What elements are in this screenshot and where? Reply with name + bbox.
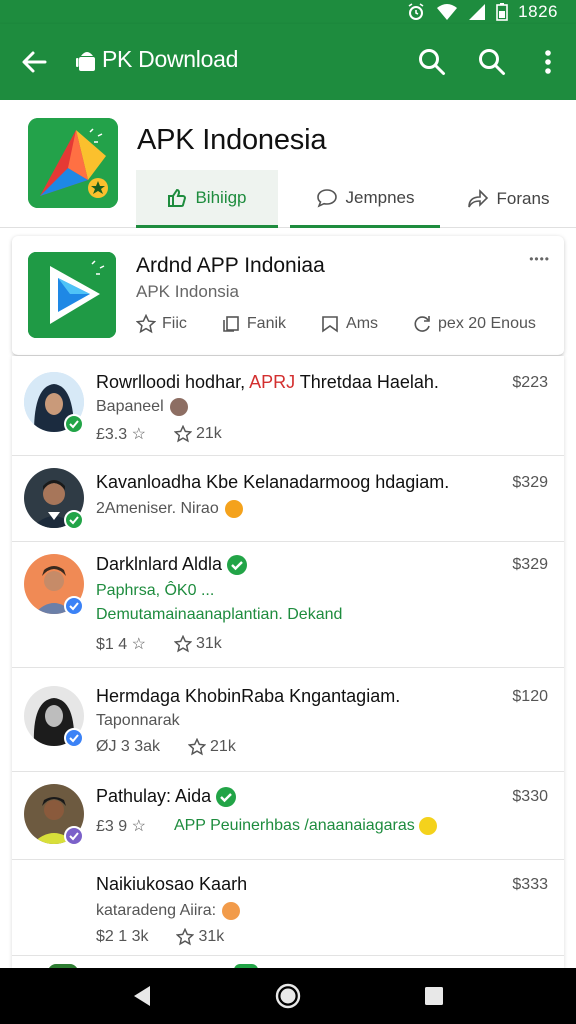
refresh-icon: [414, 316, 430, 332]
action-pex[interactable]: pex 20 Enous: [412, 314, 536, 334]
nav-recents-icon[interactable]: [420, 982, 448, 1010]
emoji-icon: [169, 398, 188, 416]
emoji-icon: [418, 817, 437, 835]
list-item-title: Naikiukosao Kaarh: [96, 874, 248, 894]
tab-label: Bihiigp: [195, 187, 247, 207]
star-outline-icon: [188, 738, 207, 756]
list-item-price: $330: [512, 788, 548, 805]
star-outline-icon: [173, 425, 192, 443]
list-item-meta: £3.3 ☆ 21k: [96, 425, 222, 443]
tab-bar: Bihiigp Jempnes Forans: [136, 170, 576, 228]
featured-actions: Fiic Fanik Ams pex 20 Enous: [136, 314, 536, 334]
list-item-price: $329: [512, 474, 548, 491]
featured-app-title: Ardnd APP Indoniaa: [136, 254, 325, 277]
featured-more-dots[interactable]: ••••: [529, 252, 550, 266]
list-item-partial: [12, 956, 564, 968]
app-list: Rowrlloodi hodhar, APRJ Thretdaa Haelah.…: [12, 356, 564, 968]
star-outline-icon: [136, 314, 156, 334]
more-vert-icon[interactable]: [532, 46, 564, 78]
list-item-price: $329: [512, 556, 548, 573]
list-item-meta: ØJ 3 3ak 21k: [96, 738, 236, 756]
search-icon-secondary[interactable]: [476, 46, 508, 78]
app-bar: PK Download: [0, 24, 576, 100]
nav-home-icon[interactable]: [274, 982, 302, 1010]
list-item[interactable]: Pathulay: Aida £3 9 ☆ APP Peuinerhbas /an…: [12, 772, 564, 860]
list-item-subtitle: Taponnarak: [96, 712, 180, 729]
list-item-subtitle: kataradeng Aiira:: [96, 902, 241, 920]
list-item-meta: $1 4 ☆ 31k: [96, 635, 222, 653]
list-item-description: Demutamainaanaplantian. Dekand: [96, 606, 343, 623]
tab-forans[interactable]: Forans: [440, 170, 576, 228]
status-bar: 1826: [0, 0, 576, 24]
action-label: Fiic: [162, 315, 187, 332]
list-item-title: Kavanloadha Kbe Kelanadarmoog hdagiam.: [96, 472, 450, 492]
system-nav-bar: [0, 968, 576, 1024]
featured-app-subtitle: APK Indonsia: [136, 282, 240, 301]
battery-icon: [496, 3, 508, 21]
emoji-icon: [222, 902, 241, 920]
emoji-icon: [224, 500, 243, 518]
action-label: pex 20 Enous: [438, 315, 536, 332]
list-item-subtitle: Bapaneel: [96, 398, 188, 416]
chat-bubble-icon: [316, 188, 337, 208]
list-item-meta: £3 9 ☆ APP Peuinerhbas /anaanaiagaras: [96, 816, 437, 836]
list-item-price: $223: [512, 374, 548, 391]
list-item-title: Pathulay: Aida: [96, 786, 237, 808]
list-item-subtitle: Paphrsa, ÔK0 ...: [96, 582, 215, 599]
android-icon: [76, 51, 95, 71]
verified-check-icon: [216, 787, 237, 808]
verified-badge-icon: [64, 510, 84, 530]
app-bar-title: PK Download: [102, 46, 239, 72]
tab-bihiigp[interactable]: Bihiigp: [136, 170, 278, 228]
wifi-icon: [437, 4, 458, 20]
star-outline-icon: [173, 635, 192, 653]
action-ams[interactable]: Ams: [320, 314, 378, 334]
action-label: Fanik: [246, 315, 287, 332]
app-logo-icon: [28, 118, 118, 208]
tab-label: Jempnes: [345, 187, 415, 207]
verified-badge-icon: [64, 596, 84, 616]
list-item-meta: $2 1 3k 31k: [96, 928, 225, 946]
app-bar-title-group: PK Download: [76, 46, 238, 73]
list-item[interactable]: Hermdaga KhobinRaba Kngantagiam. Taponna…: [12, 668, 564, 772]
action-fiic[interactable]: Fiic: [136, 314, 187, 334]
verified-badge-icon: [64, 414, 84, 434]
list-item[interactable]: Darklnlard Aldla Paphrsa, ÔK0 ... Demuta…: [12, 542, 564, 668]
list-item[interactable]: Rowrlloodi hodhar, APRJ Thretdaa Haelah.…: [12, 356, 564, 456]
copy-icon: [223, 316, 239, 332]
bookmark-icon: [322, 316, 338, 333]
action-fanik[interactable]: Fanik: [221, 314, 286, 334]
list-item-price: $120: [512, 688, 548, 705]
alarm-icon: [408, 3, 424, 20]
nav-back-icon[interactable]: [128, 982, 156, 1010]
tab-jempnes[interactable]: Jempnes: [290, 170, 440, 228]
verified-check-icon: [227, 555, 248, 576]
star-outline-icon: [176, 928, 195, 946]
status-time: 1826: [518, 2, 558, 21]
list-item[interactable]: Kavanloadha Kbe Kelanadarmoog hdagiam. 2…: [12, 456, 564, 542]
app-header: APK Indonesia Bihiigp Jempnes Forans: [0, 100, 576, 228]
back-arrow-icon[interactable]: [18, 46, 50, 78]
share-arrow-icon: [467, 189, 488, 208]
featured-app-card[interactable]: Ardnd APP Indoniaa APK Indonsia •••• Fii…: [12, 236, 564, 356]
app-name: APK Indonesia: [137, 124, 327, 156]
verified-badge-icon: [64, 826, 84, 846]
verified-badge-icon: [64, 728, 84, 748]
thumb-up-icon: [168, 188, 187, 207]
list-item-subtitle: 2Ameniser. Nirao: [96, 500, 243, 518]
list-item-title: Rowrlloodi hodhar, APRJ Thretdaa Haelah.: [96, 372, 439, 392]
signal-icon: [469, 4, 486, 20]
tab-label: Forans: [496, 189, 550, 208]
list-item[interactable]: Naikiukosao Kaarh kataradeng Aiira: $2 1…: [12, 860, 564, 956]
featured-app-icon: [28, 252, 116, 338]
search-icon[interactable]: [416, 46, 448, 78]
list-item-title: Hermdaga KhobinRaba Kngantagiam.: [96, 686, 401, 706]
action-label: Ams: [346, 315, 379, 332]
list-item-price: $333: [512, 876, 548, 893]
list-item-title: Darklnlard Aldla: [96, 554, 248, 576]
